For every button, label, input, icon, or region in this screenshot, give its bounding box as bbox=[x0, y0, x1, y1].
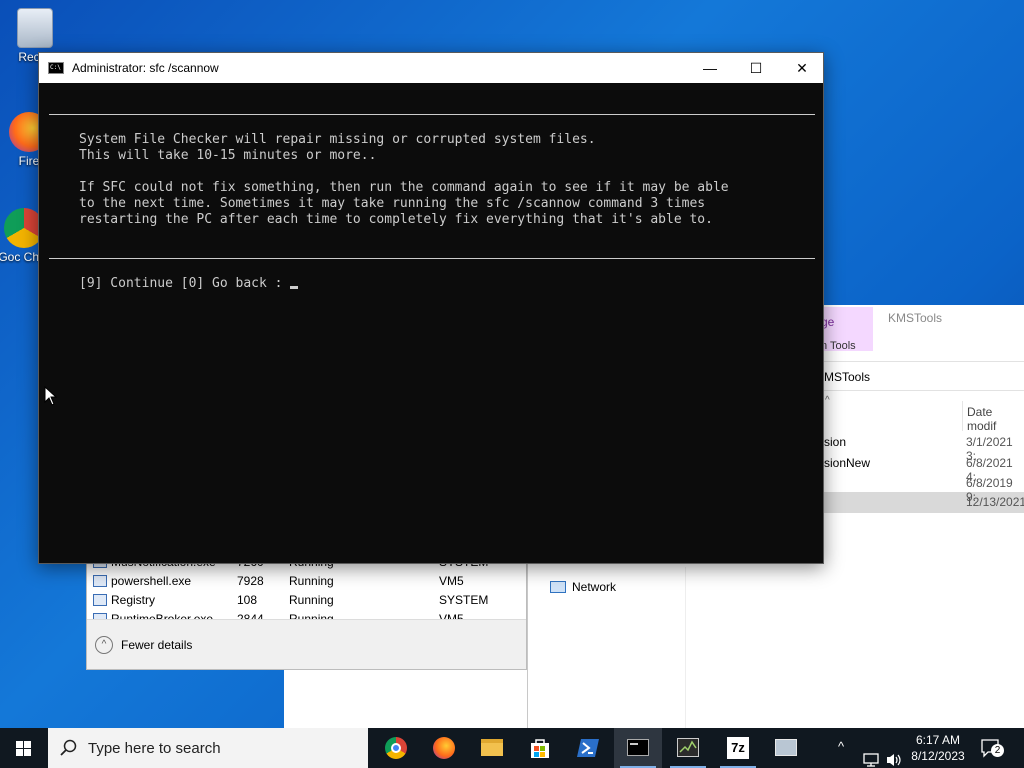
firefox-icon bbox=[433, 737, 455, 759]
clock[interactable]: 6:17 AM 8/12/2023 bbox=[906, 732, 970, 764]
task-manager-window: MusNotification.exe 7260 Running SYSTEM … bbox=[86, 550, 527, 670]
console-line: If SFC could not fix something, then run… bbox=[79, 180, 729, 195]
separator-line bbox=[49, 114, 815, 115]
search-icon bbox=[60, 739, 77, 756]
notification-count-badge: 2 bbox=[991, 744, 1004, 757]
taskbar-file-explorer[interactable] bbox=[468, 728, 516, 768]
firefox-label: Fire bbox=[18, 154, 40, 168]
taskbar-command-prompt[interactable] bbox=[614, 728, 662, 768]
taskbar-firefox[interactable] bbox=[420, 728, 468, 768]
command-prompt-window[interactable]: C:\ Administrator: sfc /scannow — ☐ ✕ Sy… bbox=[38, 52, 824, 564]
window-title: Administrator: sfc /scannow bbox=[72, 61, 219, 75]
search-box[interactable]: Type here to search bbox=[48, 728, 368, 768]
taskbar-store[interactable] bbox=[516, 728, 564, 768]
task-manager-icon bbox=[677, 738, 699, 757]
search-placeholder: Type here to search bbox=[88, 740, 221, 757]
7zip-icon: 7z bbox=[727, 737, 749, 759]
separator-line bbox=[49, 258, 815, 259]
network-icon bbox=[550, 581, 566, 593]
console-line: to the next time. Sometimes it may take … bbox=[79, 196, 706, 211]
fewer-details-button[interactable]: Fewer details bbox=[121, 638, 192, 652]
recycle-bin-glyph bbox=[17, 8, 53, 48]
ribbon-tab-manage[interactable]: ge n Tools bbox=[821, 307, 873, 352]
file-row[interactable]: sionNew 6/8/2021 4: bbox=[824, 454, 1024, 484]
taskbar-powershell[interactable] bbox=[564, 728, 612, 768]
windows-logo-icon bbox=[16, 741, 31, 756]
taskbar-chrome[interactable] bbox=[372, 728, 420, 768]
start-button[interactable] bbox=[0, 728, 48, 768]
store-bag-icon bbox=[531, 739, 549, 758]
breadcrumb: MSTools bbox=[824, 370, 871, 384]
cmd-icon bbox=[627, 739, 649, 756]
taskbar-7zip[interactable]: 7z bbox=[714, 728, 762, 768]
minimize-button[interactable]: — bbox=[687, 53, 733, 83]
close-button[interactable]: ✕ bbox=[779, 53, 825, 83]
task-manager-footer: ^ Fewer details bbox=[87, 619, 526, 669]
address-bar[interactable]: MSTools bbox=[821, 361, 1024, 391]
console-line: This will take 10-15 minutes or more.. bbox=[79, 148, 377, 163]
column-date-modified[interactable]: Date modif bbox=[962, 401, 1024, 433]
process-row[interactable]: powershell.exe 7928 Running VM5 bbox=[87, 572, 526, 591]
process-row[interactable]: Registry 108 Running SYSTEM bbox=[87, 591, 526, 610]
chevron-up-icon[interactable]: ^ bbox=[838, 739, 844, 768]
file-row[interactable]: 6/8/2019 9: bbox=[824, 474, 1024, 504]
console-prompt[interactable]: [9] Continue [0] Go back : bbox=[79, 276, 299, 292]
file-row[interactable]: sion 3/1/2021 3: bbox=[824, 433, 1024, 463]
console-output[interactable]: System File Checker will repair missing … bbox=[39, 83, 823, 563]
console-line: System File Checker will repair missing … bbox=[79, 132, 596, 147]
clock-time: 6:17 AM bbox=[915, 733, 961, 747]
cmd-icon: C:\ bbox=[48, 62, 64, 74]
file-row[interactable]: 12/13/2021 bbox=[824, 493, 1024, 514]
chevron-up-icon[interactable]: ^ bbox=[95, 636, 113, 654]
chrome-icon bbox=[385, 737, 407, 759]
sort-chevron-icon[interactable]: ^ bbox=[825, 395, 830, 406]
taskbar: Type here to search 7z ^ 6:17 AM 8/12/20… bbox=[0, 728, 1024, 768]
clock-date: 8/12/2023 bbox=[911, 749, 965, 763]
powershell-icon bbox=[577, 739, 599, 757]
prompt-text: [9] Continue [0] Go back : bbox=[79, 276, 291, 291]
background-window-fragment bbox=[284, 670, 527, 728]
text-cursor bbox=[290, 286, 299, 289]
notification-center-button[interactable]: 2 bbox=[980, 738, 1006, 758]
computer-icon bbox=[775, 739, 797, 756]
process-icon bbox=[93, 594, 107, 606]
folder-icon bbox=[481, 739, 503, 756]
volume-icon[interactable] bbox=[885, 740, 903, 768]
maximize-button[interactable]: ☐ bbox=[733, 53, 779, 83]
title-bar[interactable]: C:\ Administrator: sfc /scannow — ☐ ✕ bbox=[39, 53, 823, 83]
taskbar-remote-desktop[interactable] bbox=[762, 728, 810, 768]
console-line: restarting the PC after each time to com… bbox=[79, 212, 713, 227]
desktop: Recyc Fire Goc Chro ge n Tools KMSTools … bbox=[0, 0, 1024, 768]
ribbon-tab-kmstools[interactable]: KMSTools bbox=[888, 311, 942, 325]
taskbar-task-manager[interactable] bbox=[664, 728, 712, 768]
network-icon[interactable] bbox=[862, 740, 880, 768]
mouse-pointer-icon bbox=[44, 386, 57, 406]
powershell-icon bbox=[93, 575, 107, 587]
